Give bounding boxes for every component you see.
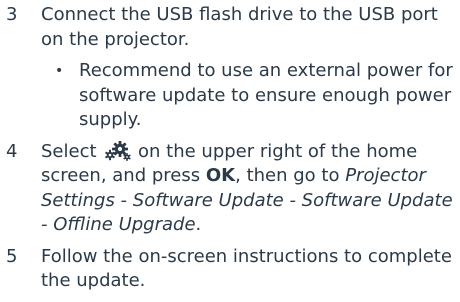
step-number: 3 [6, 4, 18, 25]
settings-gears-icon [105, 140, 131, 161]
step-text: Follow the on-screen instructions to com… [41, 245, 452, 292]
instruction-steps: 3 Connect the USB flash drive to the USB… [0, 0, 460, 302]
step-text-after-key: , then go to [235, 165, 340, 186]
ok-key-label: OK [205, 165, 236, 186]
step-text-before-icon: Select [41, 140, 97, 162]
step-text: Connect the USB flash drive to the USB p… [41, 4, 438, 50]
bullet-text: Recommend to use an external power for s… [79, 60, 453, 130]
step-number: 4 [6, 140, 18, 162]
step-number: 5 [6, 245, 18, 267]
sub-bullet-item: • Recommend to use an external power for… [0, 59, 456, 133]
step-3: 3 Connect the USB flash drive to the USB… [0, 3, 460, 133]
step-5: 5 Follow the on-screen instructions to c… [0, 245, 460, 294]
bullet-marker: • [55, 63, 64, 79]
step-4: 4 Select on the upper right of the home … [0, 140, 460, 238]
step-text-end: . [195, 214, 202, 235]
